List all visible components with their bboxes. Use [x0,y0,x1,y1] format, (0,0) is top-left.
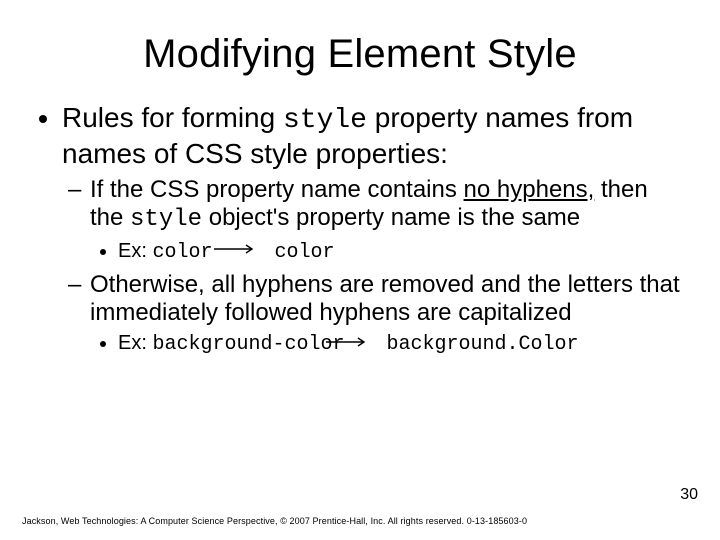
code-style: style [283,105,367,136]
bullet-l3-1: Ex: color color [118,239,686,265]
code-bgcolor-src: background-color [152,333,344,356]
bullet-l2-1: If the CSS property name contains no hyp… [90,176,686,265]
slide: Modifying Element Style Rules for formin… [0,0,720,540]
bullet-list-l3: Ex: background-color background.Color [90,331,686,357]
bullet-list-l2: If the CSS property name contains no hyp… [62,176,686,357]
text-fragment: Ex: [118,332,152,354]
bullet-list-l1: Rules for forming style property names f… [34,101,686,357]
arrow-icon [212,237,262,262]
bullet-l1-1: Rules for forming style property names f… [62,101,686,357]
page-number: 30 [680,486,698,504]
bullet-list-l3: Ex: color color [90,239,686,265]
text-fragment [262,241,274,264]
code-style: style [130,206,202,233]
text-fragment [374,333,386,356]
code-color-dst: color [274,241,334,264]
footer-copyright: Jackson, Web Technologies: A Computer Sc… [22,516,527,526]
bullet-l2-2: Otherwise, all hyphens are removed and t… [90,271,686,358]
underlined-text: no hyphens, [464,176,595,203]
text-fragment: object's property name is the same [202,204,580,231]
bullet-l3-2: Ex: background-color background.Color [118,331,686,357]
code-bgcolor-dst: background.Color [387,333,579,356]
code-color-src: color [152,241,212,264]
text-fragment: Otherwise, all hyphens are removed and t… [90,271,680,326]
text-fragment: Ex: [118,240,152,262]
slide-title: Modifying Element Style [34,32,686,77]
arrow-icon [324,330,374,355]
text-fragment: Rules for forming [62,102,283,133]
text-fragment: If the CSS property name contains [90,176,464,203]
